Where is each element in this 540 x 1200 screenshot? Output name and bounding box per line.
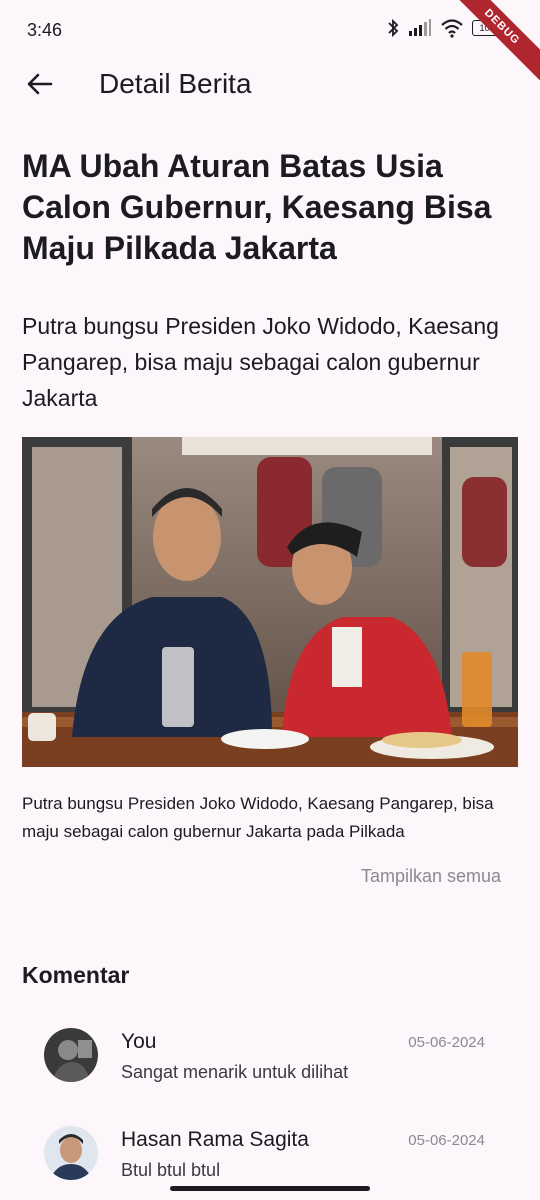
image-caption: Putra bungsu Presiden Joko Widodo, Kaesa… xyxy=(22,794,494,841)
comment-date: 05-06-2024 xyxy=(408,1034,485,1051)
arrow-back-icon xyxy=(27,73,53,95)
back-button[interactable] xyxy=(22,66,58,102)
comment-text: Btul btul btul xyxy=(121,1160,221,1180)
signal-icon xyxy=(409,19,431,36)
wifi-icon xyxy=(441,19,463,38)
comment-item: You Sangat menarik untuk dilihat 05-06-2… xyxy=(44,1028,485,1088)
home-indicator[interactable] xyxy=(170,1186,370,1191)
comment-author: You xyxy=(121,1030,157,1053)
status-bar: 3:46 100 DEBUG xyxy=(0,0,540,92)
app-bar: Detail Berita xyxy=(0,60,540,110)
bluetooth-icon xyxy=(388,18,399,38)
comment-item: Hasan Rama Sagita Btul btul btul 05-06-2… xyxy=(44,1126,485,1186)
comment-text: Sangat menarik untuk dilihat xyxy=(121,1062,349,1082)
comments-heading: Komentar xyxy=(22,962,130,988)
status-time: 3:46 xyxy=(27,20,63,40)
comment-author: Hasan Rama Sagita xyxy=(121,1128,309,1151)
show-all-link[interactable]: Tampilkan semua xyxy=(361,866,501,887)
page-title: Detail Berita xyxy=(99,68,252,99)
article-subtitle: Putra bungsu Presiden Joko Widodo, Kaesa… xyxy=(22,313,499,411)
avatar xyxy=(44,1126,98,1180)
article-image xyxy=(22,437,518,767)
comment-date: 05-06-2024 xyxy=(408,1132,485,1149)
article-headline: MA Ubah Aturan Batas Usia Calon Gubernur… xyxy=(22,148,492,266)
avatar xyxy=(44,1028,98,1082)
